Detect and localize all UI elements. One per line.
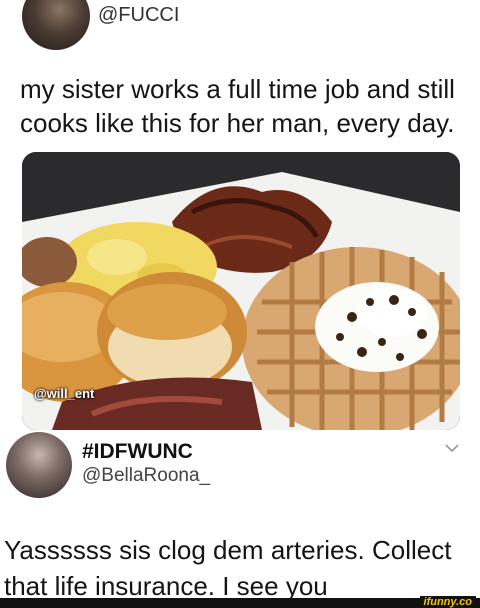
poster-avatar[interactable] [22,0,90,50]
brand-logo: ifunny.co [419,596,476,608]
quote-text: Yassssss sis clog dem arteries. Collect … [4,535,452,601]
post-text: my sister works a full time job and stil… [20,74,455,138]
footer-bar [0,598,480,608]
chevron-down-icon[interactable] [444,442,460,454]
photo-watermark: @will_ent [34,386,95,401]
quote-handle[interactable]: @BellaRoona_ [82,465,210,487]
poster-handle[interactable]: @FUCCI [98,4,179,27]
quote-avatar[interactable] [6,432,72,498]
quote-display-name[interactable]: #IDFWUNC [82,440,193,464]
